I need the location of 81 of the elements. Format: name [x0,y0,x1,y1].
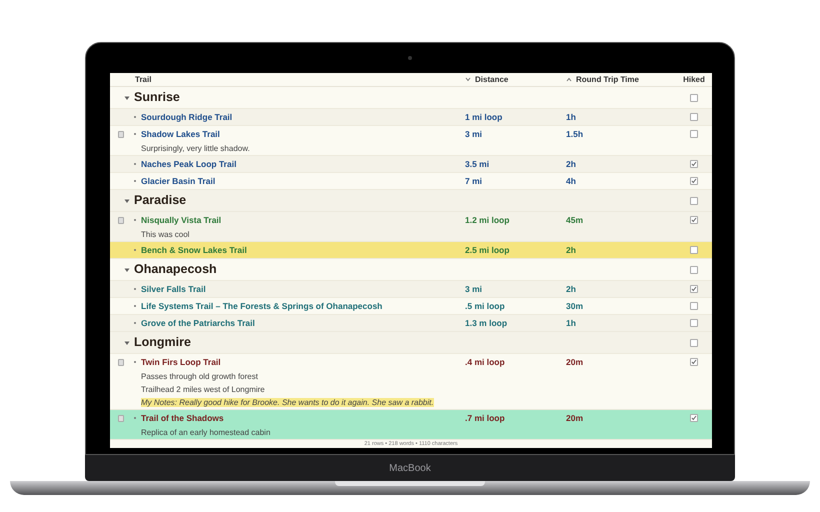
note-icon[interactable] [118,358,124,366]
table-row[interactable]: Silver Falls Trail 3 mi 2h [110,281,712,298]
table-row[interactable]: Grove of the Patriarchs Trail 1.3 m loop 1h [110,315,712,332]
note-text: Replica of an early homestead cabin [141,428,270,436]
time-value: 20m [566,412,584,424]
group-title: Ohanapecosh [134,261,217,278]
table-row[interactable]: Trail of the Shadows .7 mi loop 20m Replica of an early homestead cabin [110,410,712,440]
trail-name: Life Systems Trail – The Forests & Springs of Ohanapecosh [141,300,382,312]
note-text: Trailhead 2 miles west of Longmire [141,384,265,394]
trail-name: Glacier Basin Trail [141,174,216,188]
camera-icon [408,56,412,60]
group-title: Longmire [134,334,191,352]
column-header[interactable]: Hiked [683,74,705,86]
time-value: 1.5h [566,128,584,140]
column-header[interactable]: Distance [475,74,508,86]
hiked-checkbox[interactable] [690,246,698,254]
note-icon[interactable] [118,130,124,138]
disclosure-triangle-icon[interactable] [124,266,130,272]
note-icon[interactable] [118,414,124,422]
note-text: This was cool [141,230,190,238]
hiked-checkbox[interactable] [690,285,698,293]
trail-name: Bench & Snow Lakes Trail [141,244,247,256]
column-header[interactable]: Round Trip Time [576,74,639,86]
hiked-checkbox[interactable] [690,319,698,327]
distance-value: .4 mi loop [465,356,505,368]
disclosure-triangle-icon[interactable] [124,94,130,100]
trail-name: Twin Firs Loop Trail [141,356,221,368]
time-value: 4h [566,174,576,188]
distance-value: 3 mi [465,282,482,296]
column-header[interactable]: Trail [135,74,152,86]
distance-value: 3.5 mi [465,158,490,170]
distance-value: 2.5 mi loop [465,244,510,256]
time-value: 2h [566,244,576,256]
hiked-checkbox[interactable] [690,302,698,310]
table-row[interactable]: Sourdough Ridge Trail 1 mi loop 1h [110,109,712,126]
time-value: 1h [566,110,576,124]
table-row[interactable]: Naches Peak Loop Trail 3.5 mi 2h [110,156,712,173]
table-row[interactable]: Bench & Snow Lakes Trail 2.5 mi loop 2h [110,242,712,259]
sort-ascending-icon[interactable] [566,77,572,82]
hiked-checkbox[interactable] [690,414,698,422]
note-text: Surprisingly, very little shadow. [141,144,250,152]
table-row[interactable]: Nisqually Vista Trail 1.2 mi loop 45m This was cool [110,212,712,242]
group-title: Sunrise [134,89,180,106]
hiked-checkbox[interactable] [690,358,698,366]
trail-name: Trail of the Shadows [141,412,224,424]
distance-value: 7 mi [465,174,482,188]
distance-value: .7 mi loop [465,412,505,424]
hiked-checkbox[interactable] [690,216,698,224]
group-title: Paradise [134,192,186,210]
hiked-checkbox[interactable] [690,160,698,168]
distance-value: 1.3 m loop [465,316,508,330]
note-text: My Notes: Really good hike for Brooke. She wants to do it again. She saw a rabbit. [141,398,434,406]
distance-value: 1 mi loop [465,110,502,124]
time-value: 20m [566,356,584,368]
trail-name: Grove of the Patriarchs Trail [141,316,255,330]
brand-label: MacBook [389,462,431,476]
hiked-checkbox[interactable] [690,113,698,121]
time-value: 2h [566,282,576,296]
time-value: 2h [566,158,576,170]
hiked-checkbox[interactable] [690,130,698,138]
sort-descending-icon[interactable] [465,77,471,82]
note-icon[interactable] [118,216,124,224]
distance-value: .5 mi loop [465,300,505,312]
distance-value: 1.2 mi loop [465,214,510,226]
time-value: 1h [566,316,576,330]
trail-name: Naches Peak Loop Trail [141,158,236,170]
disclosure-triangle-icon[interactable] [124,340,130,346]
trail-name: Silver Falls Trail [141,282,206,296]
disclosure-triangle-icon[interactable] [124,198,130,204]
hiked-checkbox[interactable] [690,266,698,274]
hiked-checkbox[interactable] [690,177,698,185]
hiked-checkbox[interactable] [690,94,698,102]
note-text: Passes through old growth forest [141,372,258,380]
time-value: 45m [566,214,584,226]
trail-name: Nisqually Vista Trail [141,214,222,226]
distance-value: 3 mi [465,128,482,140]
hiked-checkbox[interactable] [690,196,698,204]
trail-name: Shadow Lakes Trail [141,128,220,140]
time-value: 30m [566,300,584,312]
trail-name: Sourdough Ridge Trail [141,110,232,124]
hiked-checkbox[interactable] [690,338,698,346]
